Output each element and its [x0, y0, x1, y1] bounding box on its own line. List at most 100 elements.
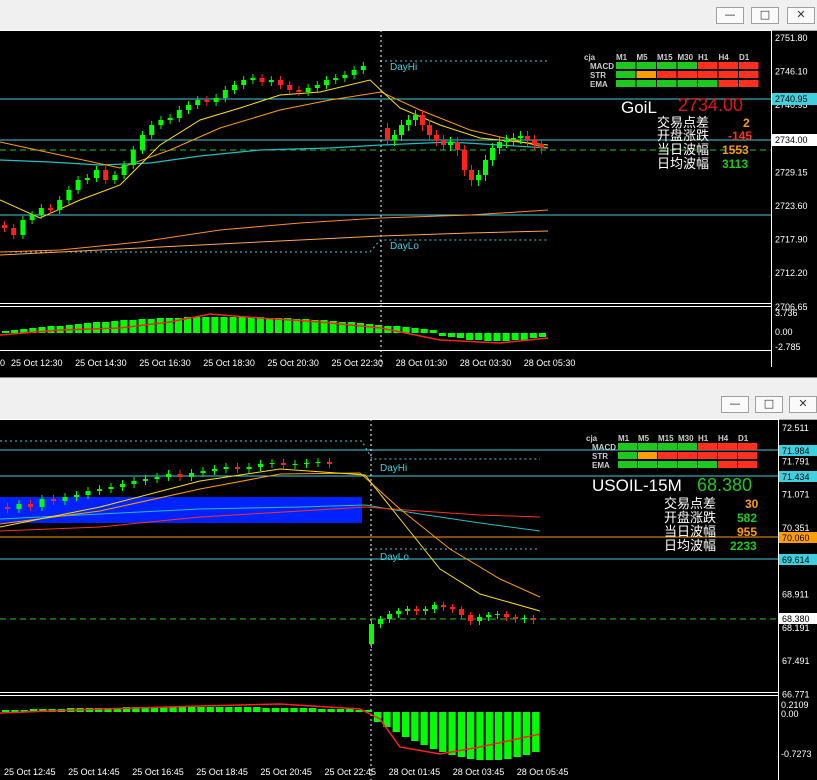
bottom-candle-body [143, 479, 148, 481]
dayhi-label: DayHi [390, 62, 417, 73]
top-osc-bar [2, 331, 10, 333]
top-matrix-col-3: M30 [678, 53, 694, 62]
bottom-time-label-8: 28 Oct 05:45 [517, 767, 569, 777]
top-signal-line [0, 313, 549, 344]
top-candle-body [186, 105, 191, 110]
bottom-candle-body [513, 617, 518, 619]
bottom-info-value-0: 30 [745, 497, 759, 511]
top-time-label-3: 25 Oct 18:30 [203, 358, 255, 368]
bottom-price: 68.380 [697, 475, 752, 495]
top-osc-bar [511, 333, 519, 340]
bottom-price-label-3: 70.351 [782, 523, 810, 533]
top-candle-body [539, 144, 544, 148]
top-candle-body [94, 170, 99, 178]
top-candle-body [232, 85, 237, 90]
top-candle-body [532, 140, 537, 144]
bottom-osc-bar [253, 707, 261, 712]
top-osc-bar [238, 317, 246, 333]
bottom-matrix-title: cja [586, 434, 598, 443]
top-candle-body [250, 78, 256, 80]
top-matrix-cell [677, 71, 697, 78]
minimize-button[interactable]: — [721, 396, 749, 413]
top-osc-bar [484, 333, 492, 341]
top-matrix-col-1: M5 [637, 53, 649, 62]
bottom-matrix-col-5: H4 [718, 434, 729, 443]
bottom-matrix-row-2: EMA [592, 461, 610, 470]
bottom-price-label-5: 68.911 [782, 590, 809, 600]
bottom-matrix-cell [678, 461, 697, 468]
top-info-value-0: 2 [743, 116, 750, 130]
bottom-time-axis: 25 Oct 12:45 25 Oct 14:45 25 Oct 16:45 25 O… [4, 767, 568, 777]
bottom-candle-body [200, 471, 206, 473]
bottom-candle-body [212, 469, 217, 471]
dayhi-label: DayHi [380, 463, 407, 474]
close-button[interactable]: ✕ [789, 396, 817, 413]
top-matrix-cell [718, 62, 738, 69]
top-candle-body [195, 100, 201, 105]
top-matrix-cell [698, 62, 718, 69]
top-candle-body [84, 178, 90, 180]
maximize-button[interactable]: □ [755, 396, 783, 413]
top-candle-body [130, 150, 136, 165]
bottom-matrix-col-1: M5 [638, 434, 650, 443]
top-matrix-cell [718, 71, 738, 78]
bottom-candle-body [166, 474, 171, 477]
bottom-osc-bar [513, 712, 521, 757]
bottom-candle-body [235, 467, 240, 469]
bottom-candle-body [177, 474, 183, 477]
bottom-chart-canvas[interactable]: DayHi DayLo 72.511 71.791 71.071 70.351 69.6… [0, 419, 817, 780]
minimize-button[interactable]: — [716, 7, 744, 24]
minimize-icon: — [724, 8, 736, 21]
close-icon: ✕ [796, 8, 806, 21]
daylo-label: DayLo [380, 552, 409, 563]
top-osc-min: -2.785 [775, 342, 801, 352]
bottom-candle-body [62, 497, 68, 501]
bottom-info-label-3: 日均波幅 [664, 539, 716, 554]
bottom-matrix-cell [658, 452, 677, 459]
top-candle-body [427, 125, 432, 135]
top-matrix-cell [616, 80, 636, 87]
top-candle-body [20, 220, 26, 235]
top-info-value-3: 3113 [722, 157, 748, 171]
top-matrix-cell [636, 62, 656, 69]
bottom-matrix-cell [698, 461, 717, 468]
bottom-osc-bar [532, 712, 540, 752]
bottom-time-label-5: 25 Oct 22:45 [325, 767, 377, 777]
top-matrix-col-6: D1 [739, 53, 750, 62]
bottom-time-label-4: 25 Oct 20:45 [260, 767, 312, 777]
bottom-osc-bar [262, 708, 270, 712]
bottom-osc-bar [234, 707, 242, 712]
top-osc-bar [83, 323, 91, 333]
bottom-candle-body [459, 609, 464, 615]
bottom-macd-histogram [2, 707, 540, 760]
top-candle-body [57, 200, 63, 210]
top-osc-bar [411, 328, 419, 333]
bottom-candle-body [327, 462, 332, 464]
top-candle-body [121, 165, 127, 175]
price-tag-3: 70.060 [782, 533, 810, 543]
bottom-info-label-1: 开盘涨跌 [664, 510, 716, 526]
top-osc-bar [229, 317, 237, 333]
bottom-matrix-cell [658, 443, 677, 450]
bottom-info-value-1: 582 [737, 511, 757, 525]
top-candle-body [268, 80, 274, 82]
bottom-candle-body [432, 605, 437, 609]
top-osc-bar [447, 333, 455, 337]
top-chart-canvas[interactable]: DayHi DayLo 2751.80 2746.10 2740.95 2734.00… [0, 30, 817, 377]
maximize-button[interactable]: □ [751, 7, 779, 24]
close-button[interactable]: ✕ [787, 7, 815, 24]
top-osc-bar [11, 330, 19, 333]
top-candle-body [399, 125, 404, 135]
top-candle-body [518, 136, 523, 138]
top-matrix-cell [636, 80, 656, 87]
bottom-osc-bar [476, 712, 484, 760]
top-osc-bar [147, 319, 155, 333]
bottom-candle-body [387, 614, 392, 619]
bottom-matrix-cell [638, 461, 657, 468]
bottom-osc-zero: 0.00 [781, 709, 799, 719]
top-candle-body [497, 142, 502, 148]
price-tag-5: 68.380 [782, 614, 810, 624]
top-candle-body [287, 85, 293, 90]
bottom-osc-bar [206, 707, 214, 712]
bottom-osc-bar [178, 707, 186, 712]
